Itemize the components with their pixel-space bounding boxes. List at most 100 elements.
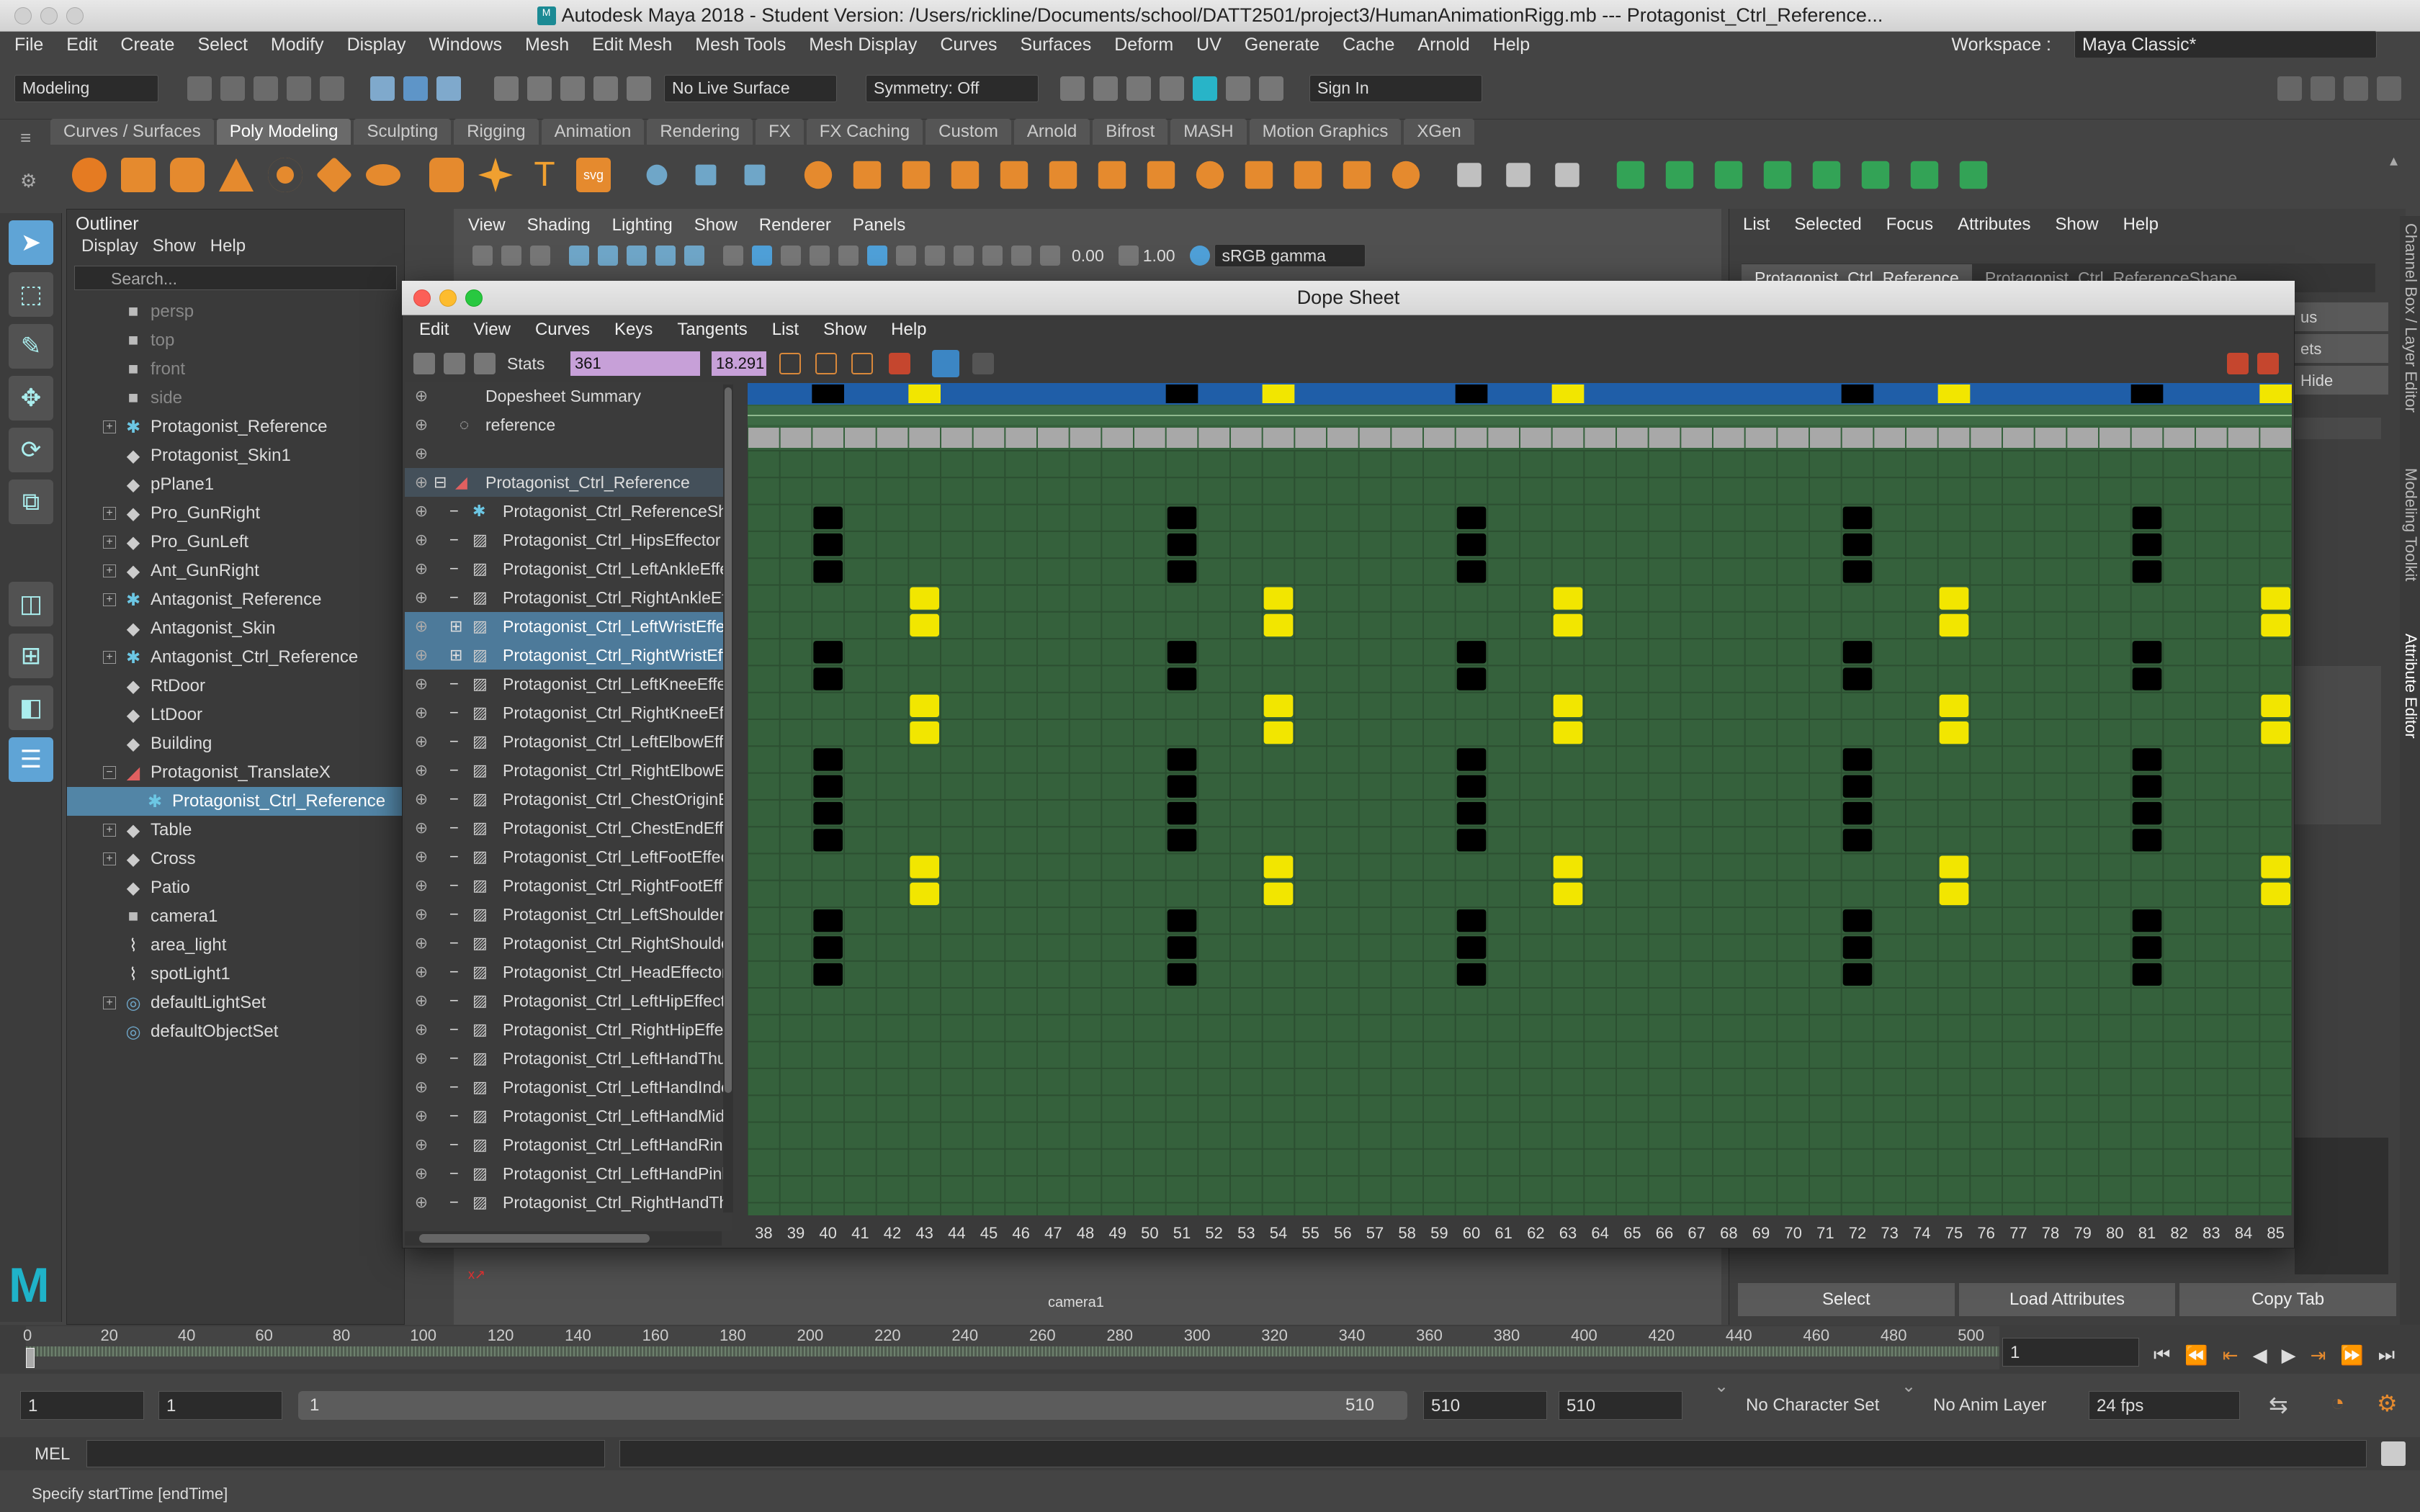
grid-toggle-icon[interactable] — [569, 246, 589, 266]
key-marker-yellow[interactable] — [1263, 855, 1294, 878]
key-marker-black[interactable] — [1167, 748, 1197, 771]
multi-cut-icon[interactable] — [1457, 163, 1482, 187]
key-marker-black[interactable] — [1842, 963, 1873, 986]
shelf-menu-icon[interactable]: ≡ — [20, 127, 42, 149]
outliner-item[interactable]: ⌇ spotLight1 — [67, 960, 404, 989]
frame-cell[interactable] — [1842, 428, 1873, 448]
outliner-item[interactable]: − ◢ Protagonist_TranslateX — [67, 758, 404, 787]
menu-uv[interactable]: UV — [1196, 35, 1222, 55]
side-tab-modeling-toolkit[interactable]: Modeling Toolkit — [2401, 468, 2420, 581]
key-marker-yellow[interactable] — [1939, 721, 1969, 744]
fill-hole-icon[interactable] — [1000, 161, 1028, 189]
outliner-item[interactable]: + ◆ Pro_GunRight — [67, 499, 404, 528]
shelf-tab-rendering[interactable]: Rendering — [647, 119, 753, 145]
dopesheet-group-row[interactable]: ⊕ ⊟ ◢ Protagonist_Ctrl_Reference — [405, 468, 732, 497]
shelf-tab-animation[interactable]: Animation — [541, 119, 645, 145]
menu-select[interactable]: Select — [197, 35, 247, 55]
color-management-icon[interactable] — [1189, 246, 1210, 266]
dope-menu-show[interactable]: Show — [823, 320, 866, 340]
dope-menu-tangents[interactable]: Tangents — [677, 320, 747, 340]
expand-toggle-icon[interactable]: + — [103, 420, 116, 433]
key-marker-black[interactable] — [813, 801, 843, 825]
key-marker-black[interactable] — [813, 963, 843, 986]
shelf-tab-motion-graphics[interactable]: Motion Graphics — [1249, 119, 1402, 145]
channel-expand-icon[interactable]: ⊕ — [413, 588, 429, 607]
summary-key-yellow[interactable] — [1262, 384, 1295, 403]
triangulate-icon[interactable] — [1049, 161, 1077, 189]
ipr-render-icon[interactable] — [1126, 76, 1151, 101]
key-marker-black[interactable] — [813, 775, 843, 798]
menu-arnold[interactable]: Arnold — [1417, 35, 1469, 55]
menu-help[interactable]: Help — [1493, 35, 1530, 55]
frame-cell[interactable] — [1617, 428, 1648, 448]
frame-cell[interactable] — [1585, 428, 1615, 448]
separate-icon[interactable] — [744, 164, 766, 186]
frame-cell[interactable] — [1134, 428, 1165, 448]
dope-zoom-button[interactable] — [465, 289, 483, 307]
wireframe-on-shaded-icon[interactable] — [781, 246, 801, 266]
frame-cell[interactable] — [1166, 428, 1198, 448]
scale-tool-icon[interactable]: ⧉ — [9, 480, 53, 524]
channel-expand-icon[interactable]: ⊕ — [413, 847, 429, 866]
key-marker-black[interactable] — [2132, 641, 2162, 664]
key-marker-black[interactable] — [1167, 667, 1197, 690]
channel-expand-icon[interactable]: ⊕ — [413, 617, 429, 636]
outliner-item[interactable]: ◎ defaultObjectSet — [67, 1017, 404, 1046]
key-marker-black[interactable] — [1456, 909, 1487, 932]
extrude-icon[interactable] — [1245, 161, 1273, 189]
undo-icon[interactable] — [287, 76, 311, 101]
shelf-tab-fx[interactable]: FX — [756, 119, 804, 145]
command-input[interactable] — [86, 1440, 605, 1467]
menu-surfaces[interactable]: Surfaces — [1021, 35, 1092, 55]
quadrangulate-icon[interactable] — [1098, 161, 1126, 189]
dopesheet-row[interactable]: ⊕ − ▨ Protagonist_Ctrl_LeftHandMiddle — [405, 1102, 732, 1130]
channel-expand-icon[interactable]: ⊕ — [413, 646, 429, 665]
menu-mesh-display[interactable]: Mesh Display — [809, 35, 917, 55]
frame-cell[interactable] — [845, 428, 876, 448]
character-set-select[interactable]: No Character Set — [1746, 1395, 1879, 1416]
frame-cell[interactable] — [941, 428, 972, 448]
outliner-item[interactable]: + ◆ Table — [67, 816, 404, 845]
menu-set-select[interactable]: Modeling — [14, 75, 158, 102]
time-slider-ticks[interactable]: 0 20 40 60 80 100 120 140 160 180 200 220 240 260 280 3… — [23, 1326, 1999, 1369]
frame-cell[interactable] — [909, 428, 940, 448]
key-marker-black[interactable] — [1456, 560, 1487, 583]
summary-key-black[interactable] — [1455, 384, 1488, 403]
key-marker-black[interactable] — [1167, 829, 1197, 852]
dope-menu-view[interactable]: View — [473, 320, 511, 340]
film-gate-icon[interactable] — [598, 246, 618, 266]
poly-type-icon[interactable]: T — [527, 158, 562, 192]
select-object-icon[interactable] — [403, 76, 428, 101]
rotate-tool-icon[interactable]: ⟳ — [9, 428, 53, 472]
key-marker-yellow[interactable] — [910, 587, 939, 610]
color-space-select[interactable]: sRGB gamma — [1214, 244, 1366, 267]
redo-icon[interactable] — [320, 76, 344, 101]
key-marker-yellow[interactable] — [910, 694, 939, 717]
hide-button[interactable]: Hide — [2295, 366, 2388, 395]
anim-preferences-icon[interactable]: ⚙ — [2377, 1390, 2398, 1417]
combine-icon[interactable] — [695, 164, 717, 186]
arnold-render-icon[interactable] — [1193, 76, 1217, 101]
key-marker-yellow[interactable] — [1263, 587, 1294, 610]
dopesheet-row[interactable]: ⊕ − ▨ Protagonist_Ctrl_LeftKneeEffector — [405, 670, 732, 698]
menu-mesh[interactable]: Mesh — [525, 35, 569, 55]
new-scene-icon[interactable] — [187, 76, 212, 101]
frame-cell[interactable] — [812, 428, 843, 448]
frame-cell[interactable] — [1906, 428, 1937, 448]
key-marker-yellow[interactable] — [1553, 721, 1583, 744]
go-to-start-icon[interactable]: ⏮ — [2154, 1344, 2170, 1367]
single-perspective-layout-icon[interactable]: ◫ — [9, 582, 53, 626]
key-marker-yellow[interactable] — [1553, 587, 1583, 610]
uv-cut-icon[interactable] — [1910, 161, 1939, 189]
key-marker-black[interactable] — [1842, 560, 1873, 583]
snap-point-icon[interactable] — [560, 76, 585, 101]
outliner-item[interactable]: + ◆ Pro_GunLeft — [67, 528, 404, 557]
dopesheet-row[interactable]: ⊕ −▨ Protagonist_Ctrl_RightKneeEffector — [405, 698, 732, 727]
loop-icon[interactable]: ⇆ — [2269, 1391, 2288, 1418]
key-marker-black[interactable] — [1456, 936, 1487, 959]
live-surface-field[interactable]: No Live Surface — [664, 75, 837, 102]
dopesheet-row[interactable]: ⊕ − ▨ Protagonist_Ctrl_HipsEffector — [405, 526, 732, 554]
platonic-solid-icon[interactable] — [429, 158, 464, 192]
xray-icon[interactable] — [982, 246, 1003, 266]
outliner-item[interactable]: + ✱ Antagonist_Reference — [67, 585, 404, 614]
